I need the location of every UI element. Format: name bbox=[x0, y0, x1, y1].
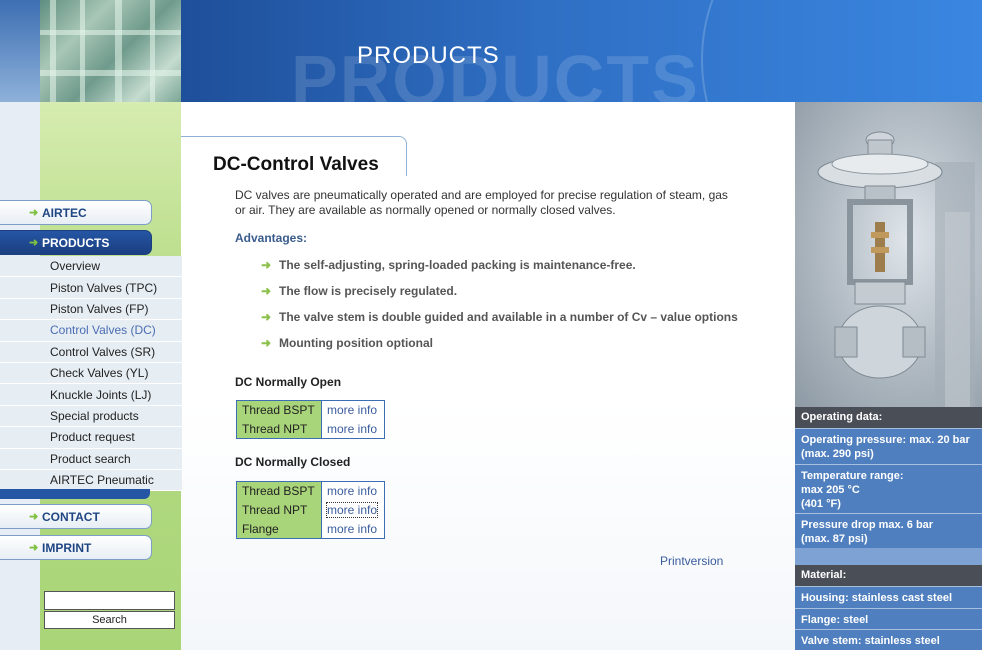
operating-pressure: Operating pressure: max. 20 bar (max. 29… bbox=[795, 428, 982, 464]
nav-products[interactable]: ➜ PRODUCTS bbox=[0, 230, 152, 255]
intro-text: DC valves are pneumatically operated and… bbox=[235, 188, 728, 217]
list-item: ➜ Mounting position optional bbox=[261, 336, 738, 362]
table-cell-label: Thread BSPT bbox=[236, 400, 322, 420]
advantage-text: The valve stem is double guided and avai… bbox=[279, 310, 738, 324]
material-valve-stem: Valve stem: stainless steel bbox=[795, 629, 982, 650]
nav-label: PRODUCTS bbox=[42, 235, 110, 250]
header-photo bbox=[40, 0, 181, 102]
nav-label: CONTACT bbox=[42, 509, 100, 524]
material-housing: Housing: stainless cast steel bbox=[795, 586, 982, 608]
advantages-list: ➜ The self-adjusting, spring-loaded packi… bbox=[261, 258, 738, 362]
table-row: Flange more info bbox=[236, 519, 385, 539]
temperature-range: Temperature range: max 205 °C (401 °F) bbox=[795, 464, 982, 513]
arrow-right-icon: ➜ bbox=[261, 284, 272, 298]
advantages-label: Advantages: bbox=[235, 231, 308, 245]
left-header-strip bbox=[0, 0, 40, 102]
operating-data-heading: Operating data: bbox=[795, 407, 982, 428]
table-cell-label: Thread NPT bbox=[236, 500, 322, 520]
normally-closed-table: Thread BSPT more info Thread NPT more in… bbox=[236, 481, 385, 539]
pressure-drop: Pressure drop max. 6 bar (max. 87 psi) bbox=[795, 513, 982, 548]
printversion-link[interactable]: Printversion bbox=[660, 554, 723, 568]
page-header: PRODUCTS PRODUCTS bbox=[181, 0, 982, 102]
page-title: DC-Control Valves bbox=[213, 154, 379, 175]
arrow-right-icon: ➜ bbox=[261, 336, 272, 350]
advantage-text: The self-adjusting, spring-loaded packin… bbox=[279, 258, 636, 272]
table-row: Thread BSPT more info bbox=[236, 400, 385, 420]
table-row: Thread NPT more info bbox=[236, 419, 385, 439]
subnav-end-cap bbox=[0, 489, 150, 499]
table-row: Thread NPT more info bbox=[236, 500, 385, 520]
subnav-item-product-request[interactable]: Product request bbox=[0, 427, 182, 449]
nav-imprint[interactable]: ➜ IMPRINT bbox=[0, 535, 152, 560]
table-cell-label: Thread BSPT bbox=[236, 481, 322, 501]
more-info-link[interactable]: more info bbox=[321, 500, 385, 520]
subnav-item-check-valves-yl[interactable]: Check Valves (YL) bbox=[0, 362, 182, 385]
normally-closed-heading: DC Normally Closed bbox=[235, 455, 351, 469]
normally-open-heading: DC Normally Open bbox=[235, 375, 342, 389]
advantage-text: The flow is precisely regulated. bbox=[279, 284, 458, 298]
table-row: Thread BSPT more info bbox=[236, 481, 385, 501]
nav-airtec[interactable]: ➜ AIRTEC bbox=[0, 200, 152, 225]
arrow-right-icon: ➜ bbox=[29, 237, 39, 249]
search-button[interactable]: Search bbox=[44, 611, 175, 629]
nav-contact[interactable]: ➜ CONTACT bbox=[0, 504, 152, 529]
more-info-link[interactable]: more info bbox=[321, 400, 385, 420]
table-cell-label: Thread NPT bbox=[236, 419, 322, 439]
valve-image bbox=[817, 131, 975, 407]
subnav-item-piston-valves-fp[interactable]: Piston Valves (FP) bbox=[0, 298, 182, 321]
arrow-right-icon: ➜ bbox=[261, 258, 272, 272]
more-info-link[interactable]: more info bbox=[321, 481, 385, 501]
normally-open-table: Thread BSPT more info Thread NPT more in… bbox=[236, 400, 385, 439]
product-image bbox=[795, 102, 982, 407]
products-subnav: Overview Piston Valves (TPC) Piston Valv… bbox=[0, 256, 182, 492]
subnav-item-knuckle-joints-lj[interactable]: Knuckle Joints (LJ) bbox=[0, 384, 182, 406]
subnav-item-special-products[interactable]: Special products bbox=[0, 405, 182, 428]
material-flange: Flange: steel bbox=[795, 608, 982, 629]
advantage-text: Mounting position optional bbox=[279, 336, 433, 350]
search-input[interactable] bbox=[44, 591, 175, 610]
main-content: DC-Control Valves DC valves are pneumati… bbox=[181, 102, 795, 650]
header-decoration bbox=[701, 0, 982, 102]
subnav-item-overview[interactable]: Overview bbox=[0, 256, 182, 278]
more-info-link[interactable]: more info bbox=[321, 419, 385, 439]
list-item: ➜ The self-adjusting, spring-loaded packi… bbox=[261, 258, 738, 284]
material-heading: Material: bbox=[795, 565, 982, 586]
header-title: PRODUCTS bbox=[357, 42, 500, 69]
arrow-right-icon: ➜ bbox=[261, 310, 272, 324]
spec-divider bbox=[795, 548, 982, 565]
right-column: Operating data: Operating pressure: max.… bbox=[795, 102, 982, 650]
list-item: ➜ The valve stem is double guided and ava… bbox=[261, 310, 738, 336]
subnav-item-piston-valves-tpc[interactable]: Piston Valves (TPC) bbox=[0, 277, 182, 299]
list-item: ➜ The flow is precisely regulated. bbox=[261, 284, 738, 310]
subnav-item-product-search[interactable]: Product search bbox=[0, 448, 182, 470]
arrow-right-icon: ➜ bbox=[29, 511, 39, 523]
arrow-right-icon: ➜ bbox=[29, 207, 39, 219]
more-info-link-text[interactable]: more info bbox=[325, 502, 379, 518]
subnav-item-control-valves-dc[interactable]: Control Valves (DC) bbox=[0, 320, 182, 342]
subnav-item-control-valves-sr[interactable]: Control Valves (SR) bbox=[0, 341, 182, 363]
table-cell-label: Flange bbox=[236, 519, 322, 539]
arrow-right-icon: ➜ bbox=[29, 542, 39, 554]
more-info-link[interactable]: more info bbox=[321, 519, 385, 539]
